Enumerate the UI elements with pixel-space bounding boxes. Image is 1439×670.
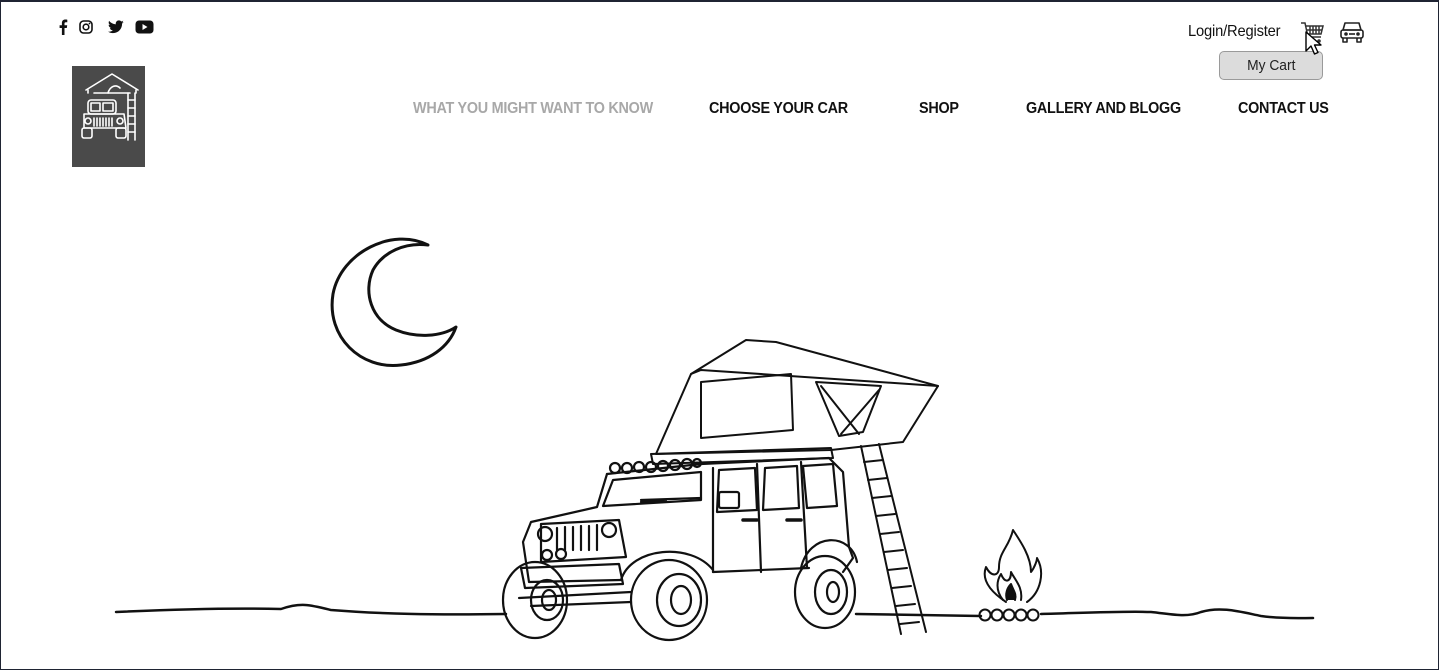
youtube-icon [135,20,153,34]
nav-item-what-you-might-want-to-know[interactable]: WHAT YOU MIGHT WANT TO KNOW [413,100,653,118]
twitter-link[interactable] [101,17,131,37]
twitter-icon [108,20,124,34]
nav-item-contact-us[interactable]: CONTACT US [1238,100,1329,118]
facebook-link[interactable] [55,17,71,37]
youtube-link[interactable] [131,17,157,37]
nav-item-choose-your-car[interactable]: CHOOSE YOUR CAR [709,100,848,118]
instagram-link[interactable] [71,17,101,37]
jeep [501,456,859,642]
campfire-icon [978,529,1043,622]
car-icon [1340,22,1364,43]
nav-item-gallery-and-blogg[interactable]: GALLERY AND BLOGG [1026,100,1181,118]
facebook-icon [59,19,68,35]
page-frame: Login/Register My Cart WHAT YOU MIGHT WA… [0,0,1439,670]
cart-tooltip-label: My Cart [1246,57,1296,74]
main-nav: WHAT YOU MIGHT WANT TO KNOW CHOOSE YOUR … [1,100,1438,122]
cart-icon [1301,22,1324,43]
nav-item-shop[interactable]: SHOP [919,100,959,118]
social-links [55,17,157,37]
hero-illustration [114,237,1315,642]
cart-button[interactable] [1298,18,1326,46]
cart-tooltip: My Cart [1219,51,1323,80]
ground-line [114,603,1315,620]
account-area: Login/Register [1180,18,1366,46]
moon-icon [330,237,458,367]
instagram-icon [79,20,93,34]
login-register-link[interactable]: Login/Register [1188,23,1281,41]
car-button[interactable] [1338,18,1366,46]
